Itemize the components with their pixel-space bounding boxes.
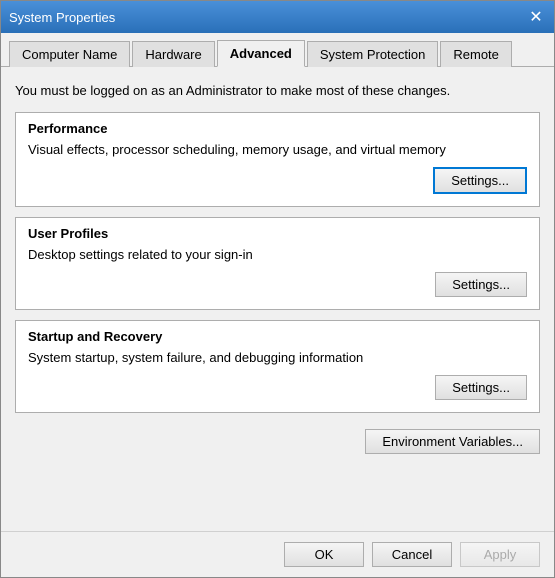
performance-settings-button[interactable]: Settings... [433,167,527,194]
environment-variables-button[interactable]: Environment Variables... [365,429,540,454]
ok-button[interactable]: OK [284,542,364,567]
user-profiles-settings-button[interactable]: Settings... [435,272,527,297]
cancel-button[interactable]: Cancel [372,542,452,567]
tab-remote[interactable]: Remote [440,41,512,67]
system-properties-window: System Properties ✕ Computer Name Hardwa… [0,0,555,578]
user-profiles-section: User Profiles Desktop settings related t… [15,217,540,310]
startup-recovery-btn-row: Settings... [28,375,527,400]
performance-description: Visual effects, processor scheduling, me… [28,142,527,157]
startup-recovery-description: System startup, system failure, and debu… [28,350,527,365]
tab-system-protection[interactable]: System Protection [307,41,439,67]
env-btn-row: Environment Variables... [15,429,540,454]
admin-notice: You must be logged on as an Administrato… [15,79,540,102]
close-button[interactable]: ✕ [526,7,546,27]
performance-title: Performance [28,121,527,136]
apply-button[interactable]: Apply [460,542,540,567]
window-title: System Properties [9,10,115,25]
bottom-bar: OK Cancel Apply [1,531,554,577]
title-bar: System Properties ✕ [1,1,554,33]
startup-recovery-title: Startup and Recovery [28,329,527,344]
performance-btn-row: Settings... [28,167,527,194]
tab-computer-name[interactable]: Computer Name [9,41,130,67]
tabs-bar: Computer Name Hardware Advanced System P… [1,33,554,67]
startup-recovery-settings-button[interactable]: Settings... [435,375,527,400]
user-profiles-btn-row: Settings... [28,272,527,297]
user-profiles-title: User Profiles [28,226,527,241]
tab-advanced[interactable]: Advanced [217,40,305,67]
main-content: You must be logged on as an Administrato… [1,67,554,531]
tab-hardware[interactable]: Hardware [132,41,214,67]
startup-recovery-section: Startup and Recovery System startup, sys… [15,320,540,413]
user-profiles-description: Desktop settings related to your sign-in [28,247,527,262]
performance-section: Performance Visual effects, processor sc… [15,112,540,207]
